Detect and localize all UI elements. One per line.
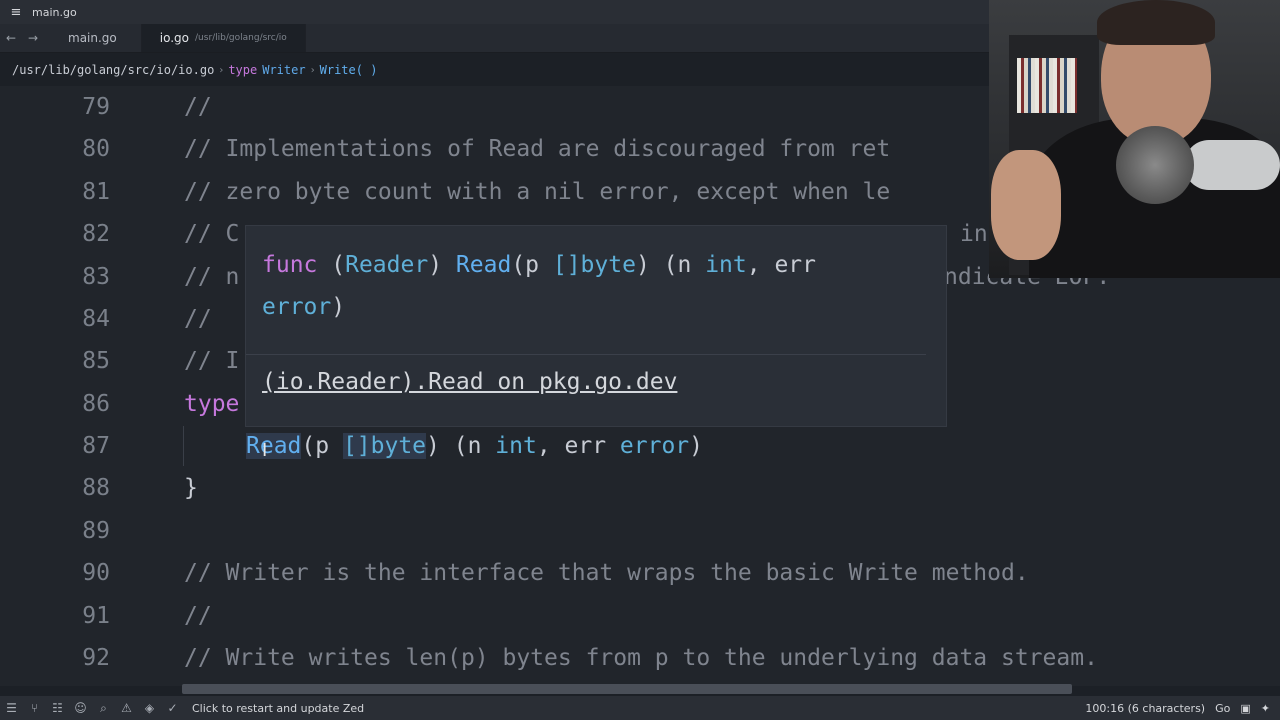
check-icon: ✓ [167, 701, 178, 715]
window-title: main.go [32, 5, 77, 19]
type-token: int [495, 433, 537, 459]
tab-label: main.go [68, 31, 117, 45]
code-line: // [184, 94, 212, 120]
breadcrumb-member[interactable]: Write( ) [320, 63, 378, 77]
tab-main-go[interactable]: main.go [44, 24, 142, 52]
code-line: type [184, 391, 240, 417]
code-line: // I [184, 348, 240, 374]
cursor-position[interactable]: 100:16 (6 characters) [1085, 702, 1205, 715]
breadcrumb-type[interactable]: Writer [262, 63, 305, 77]
git-branch-icon[interactable]: ⑂ [23, 701, 46, 715]
breadcrumb-member-label: Write( ) [319, 63, 378, 77]
tab-label: io.go [159, 31, 190, 45]
code-token: ) (n [426, 433, 496, 459]
microphone [1116, 126, 1194, 204]
menu-icon[interactable]: ≡ [0, 5, 32, 20]
search-icon[interactable]: ⌕ [92, 701, 115, 716]
person-hand [991, 150, 1061, 260]
line-number: 89 [82, 518, 110, 544]
hover-divider [246, 354, 926, 355]
assistant-icon[interactable]: ✦ [1261, 702, 1270, 715]
breadcrumb-keyword: type [228, 63, 258, 77]
line-number: 87 [82, 433, 110, 459]
code-line: // n [184, 264, 240, 290]
line-number: 82 [82, 221, 110, 247]
line-number: 84 [82, 306, 110, 332]
hover-popover: func (Reader) Read(p []byte) (n int, err… [245, 225, 947, 427]
sig-token: ) [331, 294, 346, 320]
line-number: 80 [82, 136, 110, 162]
back-icon[interactable]: ← [0, 24, 22, 52]
line-number: 83 [82, 264, 110, 290]
tab-io-go[interactable]: io.go /usr/lib/golang/src/io [141, 24, 306, 52]
type-token: []byte [342, 433, 427, 459]
code-line: // C [184, 221, 240, 247]
chevron-right-icon: › [309, 64, 316, 76]
diagnostics-icon[interactable]: ⚠ [115, 701, 138, 715]
status-bar: ☰ ⑂ ☷ ☺ ⌕ ⚠ ◈ ✓ Click to restart and upd… [0, 696, 1280, 720]
hover-signature: func (Reader) Read(p []byte) (n int, err… [262, 244, 922, 328]
language-selector[interactable]: Go [1215, 702, 1230, 715]
code-line: // [184, 306, 212, 332]
status-right: 100:16 (6 characters) Go ▣ ✦ [1085, 696, 1280, 720]
update-message[interactable]: Click to restart and update Zed [192, 702, 364, 715]
method-name[interactable]: Read [246, 433, 302, 459]
sig-token: ) (n [635, 252, 706, 278]
sig-type: error [262, 294, 332, 320]
code-line: } [184, 475, 198, 501]
books [1017, 58, 1077, 113]
breadcrumb-path[interactable]: /usr/lib/golang/src/io/io.go [12, 63, 214, 77]
sig-receiver-type: Reader [345, 252, 429, 278]
code-line: // Implementations of Read are discourag… [184, 136, 891, 162]
code-token: , err [536, 433, 620, 459]
sig-keyword: func [262, 252, 318, 278]
code-token: ) [689, 433, 704, 459]
collab-icon[interactable]: ☺ [69, 701, 92, 715]
indent-guide [183, 426, 184, 466]
sig-type: []byte [552, 252, 636, 278]
line-number: 91 [82, 603, 110, 629]
sig-token: (p [511, 252, 553, 278]
line-number: 86 [82, 391, 110, 417]
code-token: (p [301, 433, 343, 459]
outline-icon[interactable]: ☷ [46, 701, 69, 715]
horizontal-scrollbar[interactable] [182, 684, 1072, 694]
person-hair [1097, 0, 1215, 45]
code-line: // Write writes len(p) bytes from p to t… [184, 645, 1098, 671]
panel-icon[interactable]: ▣ [1240, 702, 1250, 715]
code-line: // zero byte count with a nil error, exc… [184, 179, 891, 205]
microphone-arm [1184, 140, 1280, 190]
line-number: 92 [82, 645, 110, 671]
code-line: // [184, 603, 212, 629]
text-cursor-icon: I [262, 440, 268, 461]
sig-receiver: (Reader) [331, 252, 443, 278]
language-server-icon[interactable]: ◈ [138, 701, 161, 715]
code-line-fragment: in [960, 221, 988, 247]
sig-name: Read [455, 252, 512, 278]
tab-path: /usr/lib/golang/src/io [195, 33, 287, 43]
type-token: error [619, 433, 690, 459]
line-number: 85 [82, 348, 110, 374]
pkg-go-dev-link[interactable]: (io.Reader).Read on pkg.go.dev [262, 369, 677, 395]
code-line: // Writer is the interface that wraps th… [184, 560, 1029, 586]
chevron-right-icon: › [218, 64, 225, 76]
sidebar-toggle-icon[interactable]: ☰ [0, 701, 23, 715]
line-number: 79 [82, 94, 110, 120]
code-line-read-method: Read(p []byte) (n int, err error) [246, 425, 703, 467]
sig-token: , err [746, 252, 816, 278]
sig-type: int [705, 252, 747, 278]
line-number: 90 [82, 560, 110, 586]
forward-icon[interactable]: → [22, 24, 44, 52]
line-number: 81 [82, 179, 110, 205]
webcam-overlay [989, 0, 1280, 278]
line-number: 88 [82, 475, 110, 501]
